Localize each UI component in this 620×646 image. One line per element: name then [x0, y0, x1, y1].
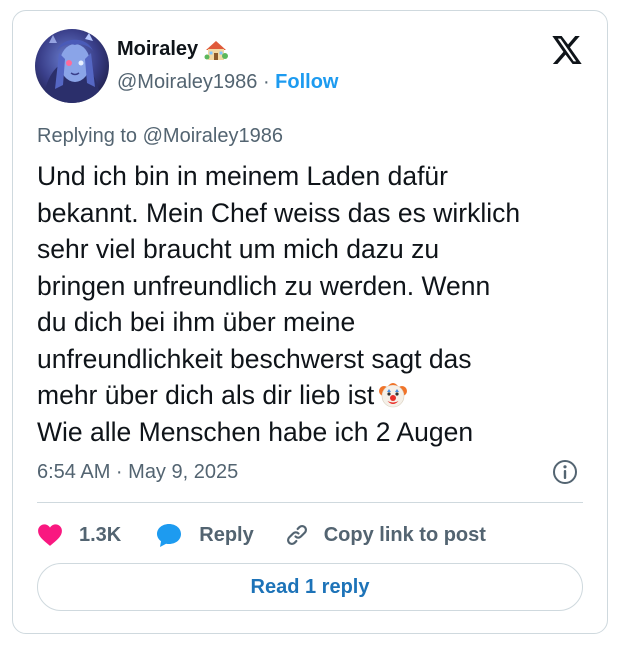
reply-bubble-icon — [157, 524, 182, 547]
action-bar: 1.3K Reply Copy link to post — [37, 517, 486, 553]
info-icon[interactable] — [551, 458, 579, 486]
house-with-garden-icon — [204, 39, 229, 61]
copy-link-label: Copy link to post — [323, 523, 486, 546]
like-count: 1.3K — [79, 523, 122, 546]
read-replies-button[interactable]: Read 1 reply — [37, 563, 583, 611]
divider — [37, 502, 583, 503]
author-display-name[interactable]: Moiraley — [117, 38, 198, 61]
handle-separator: · — [262, 71, 270, 93]
tweet-line: sehr viel braucht um mich dazu zu — [37, 234, 440, 264]
replying-to-text: Replying to @Moiraley1986 — [37, 125, 283, 147]
tweet-line: unfreundlichkeit beschwerst sagt das — [37, 343, 472, 374]
avatar-image — [35, 29, 109, 103]
tweet-line: mehr über dich als dir lieb ist — [37, 380, 375, 410]
read-replies-label: Read 1 reply — [250, 575, 370, 598]
x-logo-icon[interactable] — [551, 35, 583, 65]
follow-button[interactable]: Follow — [275, 71, 338, 93]
link-icon — [286, 525, 307, 545]
tweet-line: Wie alle Menschen habe ich 2 Augen — [37, 416, 474, 447]
reply-label: Reply — [199, 523, 254, 546]
author-handle[interactable]: @Moiraley1986 — [117, 71, 257, 93]
tweet-timestamp[interactable]: 6:54 AM · May 9, 2025 — [37, 461, 238, 484]
like-button[interactable]: 1.3K — [37, 523, 121, 547]
tweet-line: du dich bei ihm über meine — [37, 307, 356, 337]
tweet-line-with-emoji: mehr über dich als dir lieb ist — [37, 377, 597, 414]
author-handle-row: @Moiraley1986 · Follow — [117, 71, 339, 94]
clown-face-icon — [378, 380, 408, 410]
tweet-card: Moiraley @Moiraley1986 · Follow Replying… — [12, 10, 608, 634]
avatar[interactable] — [35, 29, 109, 103]
reply-button[interactable]: Reply — [155, 522, 254, 548]
copy-link-button[interactable]: Copy link to post — [284, 522, 486, 548]
tweet-line: Und ich bin in meinem Laden dafür — [37, 161, 448, 191]
tweet-line: bringen unfreundlich zu werden. Wenn — [37, 270, 491, 301]
heart-icon — [38, 524, 62, 546]
tweet-line: bekannt. Mein Chef weiss das es wirklich — [37, 197, 521, 228]
tweet-text: Und ich bin in meinem Laden dafür bekann… — [37, 158, 597, 450]
author-name-row[interactable]: Moiraley — [117, 38, 229, 61]
